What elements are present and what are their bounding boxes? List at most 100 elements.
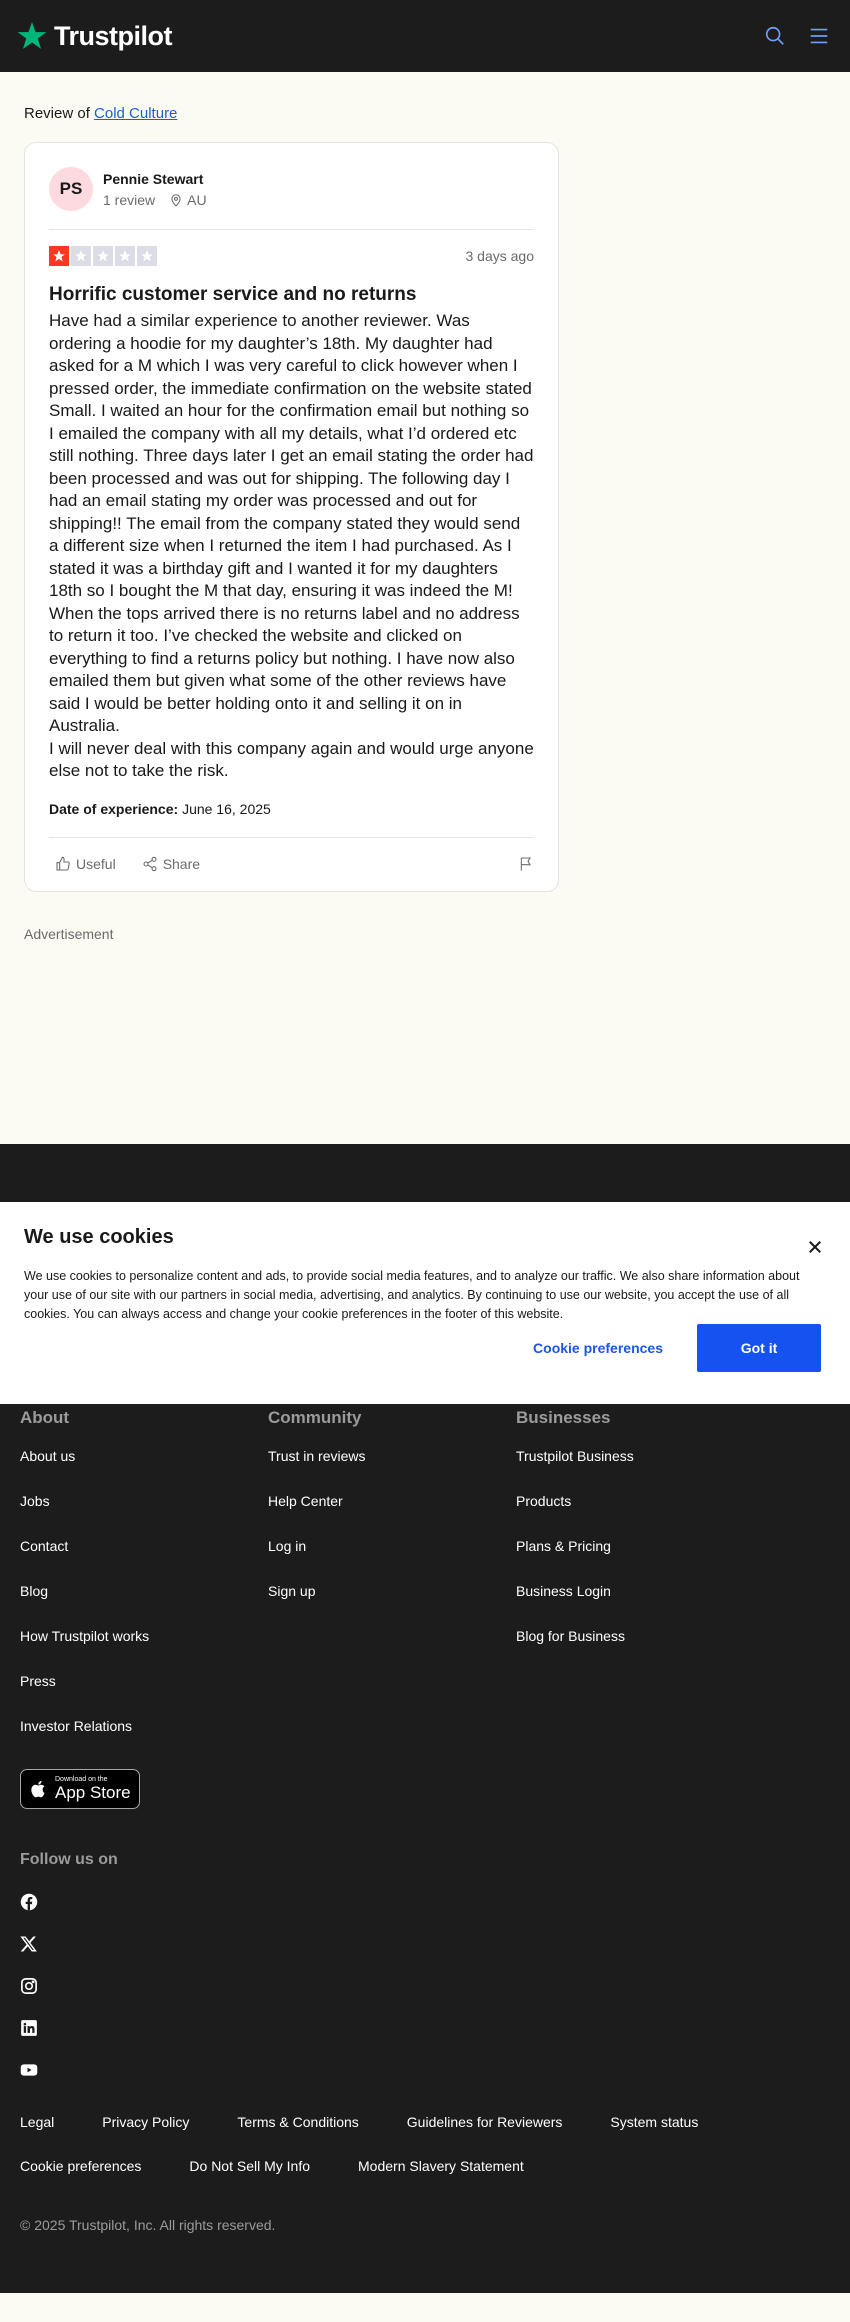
footer-column-title: About [20, 1408, 70, 1427]
star-empty [71, 246, 91, 266]
location-pin-icon [171, 194, 181, 207]
useful-label: Useful [76, 856, 116, 872]
review-actions: Useful Share [49, 836, 534, 891]
footer-link[interactable]: Trustpilot Business [516, 1448, 764, 1493]
star-icon [141, 250, 153, 262]
thumbs-up-icon [56, 856, 70, 871]
reviewer-name[interactable]: Pennie Stewart [103, 170, 207, 188]
app-store-badge[interactable]: Download on the App Store [20, 1769, 140, 1809]
cookie-text: We use cookies to personalize content an… [24, 1269, 800, 1321]
footer-link[interactable]: Products [516, 1493, 764, 1538]
site-header: Trustpilot [0, 0, 850, 72]
menu-button[interactable] [808, 25, 830, 47]
linkedin-link[interactable] [20, 2019, 40, 2039]
legal-link[interactable]: Terms & Conditions [237, 2113, 358, 2131]
linkedin-icon [21, 2020, 37, 2036]
review-of: Review of Cold Culture [24, 104, 826, 124]
brand-name: Trustpilot [54, 20, 173, 51]
instagram-link[interactable] [20, 1977, 40, 1997]
cookie-banner: We use cookies We use cookies to persona… [0, 1202, 850, 1404]
review-body: Have had a similar experience to another… [49, 310, 534, 783]
advertisement-label: Advertisement [24, 925, 114, 942]
search-button[interactable] [764, 25, 786, 47]
date-of-experience-label: Date of experience: [49, 800, 179, 817]
star-empty [137, 246, 157, 266]
trustpilot-star-icon [17, 22, 47, 49]
reviewer-info: PS Pennie Stewart 1 review AU [49, 167, 534, 230]
footer-column-businesses: Businesses Trustpilot Business Products … [516, 1408, 764, 1763]
follow-title: Follow us on [20, 1851, 118, 1868]
x-link[interactable] [20, 1935, 40, 1955]
legal-link[interactable]: Privacy Policy [102, 2113, 189, 2131]
useful-button[interactable]: Useful [49, 856, 116, 872]
legal-links: Legal Privacy Policy Terms & Conditions … [20, 2113, 760, 2175]
review-paragraph: I will never deal with this company agai… [49, 738, 534, 781]
footer-link[interactable]: Investor Relations [20, 1718, 268, 1763]
footer-link[interactable]: Blog for Business [516, 1628, 764, 1673]
share-button[interactable]: Share [136, 856, 200, 872]
footer-link[interactable]: Trust in reviews [268, 1448, 516, 1493]
instagram-icon [21, 1978, 37, 1994]
footer-link[interactable]: Business Login [516, 1583, 764, 1628]
legal-link[interactable]: Legal [20, 2113, 54, 2131]
review-paragraph: Have had a similar experience to another… [49, 311, 534, 600]
star-empty [93, 246, 113, 266]
star-filled [49, 246, 69, 266]
star-empty [115, 246, 135, 266]
facebook-link[interactable] [20, 1893, 40, 1913]
company-link[interactable]: Cold Culture [94, 105, 177, 122]
x-icon [20, 1936, 37, 1952]
footer-link[interactable]: Plans & Pricing [516, 1538, 764, 1583]
footer-link[interactable]: About us [20, 1448, 268, 1493]
footer-link[interactable]: Log in [268, 1538, 516, 1583]
accept-cookies-button[interactable]: Got it [697, 1324, 821, 1372]
close-icon[interactable] [806, 1238, 824, 1256]
footer-link[interactable]: Sign up [268, 1583, 516, 1628]
copyright: © 2025 Trustpilot, Inc. All rights reser… [20, 2217, 276, 2233]
star-icon [75, 250, 87, 262]
avatar[interactable]: PS [49, 167, 93, 211]
footer-link[interactable]: Help Center [268, 1493, 516, 1538]
star-icon [97, 250, 109, 262]
review-title: Horrific customer service and no returns [49, 284, 417, 305]
review-date: 3 days ago [465, 248, 535, 264]
footer-column-title: Community [268, 1408, 362, 1427]
trustpilot-logo[interactable]: Trustpilot [16, 20, 173, 52]
header-actions [764, 25, 830, 47]
legal-link[interactable]: Cookie preferences [20, 2157, 141, 2175]
youtube-link[interactable] [20, 2061, 40, 2081]
review-count: 1 review [103, 192, 156, 208]
star-icon [119, 250, 131, 262]
footer-link[interactable]: Blog [20, 1583, 268, 1628]
date-of-experience: Date of experience: June 16, 2025 [49, 801, 534, 817]
footer-link[interactable]: How Trustpilot works [20, 1628, 268, 1673]
facebook-icon [20, 1893, 38, 1911]
legal-link[interactable]: Do Not Sell My Info [189, 2157, 310, 2175]
report-button[interactable] [512, 856, 534, 872]
footer-column-community: Community Trust in reviews Help Center L… [268, 1408, 516, 1763]
star-rating [49, 246, 157, 266]
menu-icon [810, 28, 828, 44]
youtube-icon [20, 2064, 38, 2076]
footer-column-title: Businesses [516, 1408, 611, 1427]
flag-icon [520, 857, 531, 871]
cookie-title: We use cookies [24, 1226, 174, 1248]
footer-link[interactable]: Press [20, 1673, 268, 1718]
share-label: Share [162, 856, 201, 872]
social-links [20, 1893, 830, 2081]
apple-icon [31, 1780, 45, 1798]
date-of-experience-value: June 16, 2025 [182, 800, 271, 817]
app-store-big-text: App Store [55, 1783, 131, 1802]
site-footer: About About us Jobs Contact Blog How Tru… [0, 1404, 850, 2293]
footer-link[interactable]: Jobs [20, 1493, 268, 1538]
legal-link[interactable]: System status [610, 2113, 698, 2131]
footer-top-band [0, 1144, 850, 1202]
review-paragraph: When the tops arrived there is no return… [49, 603, 520, 736]
review-card: PS Pennie Stewart 1 review AU 3 days ago… [24, 142, 559, 892]
main-content: Review of Cold Culture PS Pennie Stewart… [0, 72, 850, 1144]
cookie-preferences-button[interactable]: Cookie preferences [533, 1340, 663, 1356]
legal-link[interactable]: Modern Slavery Statement [358, 2157, 524, 2175]
footer-link[interactable]: Contact [20, 1538, 268, 1583]
footer-column-about: About About us Jobs Contact Blog How Tru… [20, 1408, 268, 1763]
legal-link[interactable]: Guidelines for Reviewers [407, 2113, 563, 2131]
